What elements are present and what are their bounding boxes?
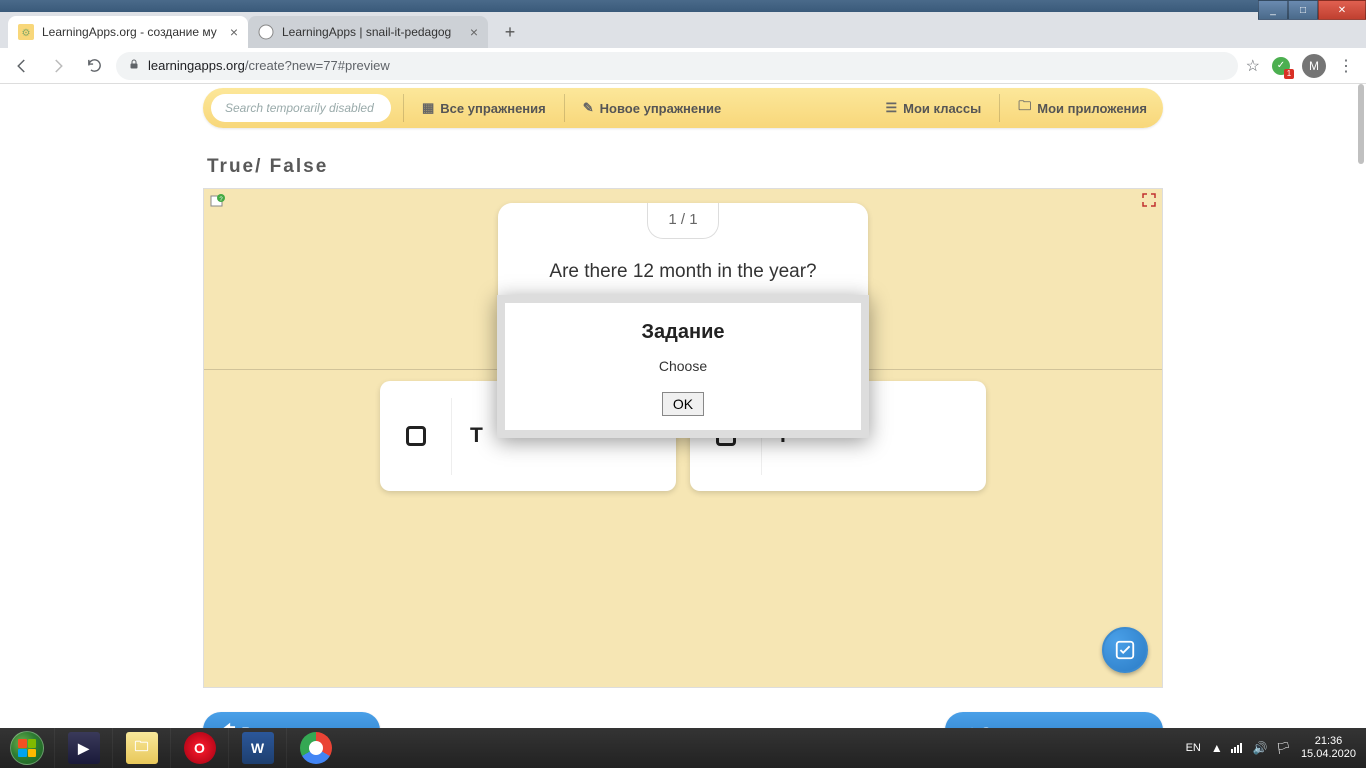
tray-clock[interactable]: 21:36 15.04.2020 — [1301, 735, 1356, 761]
favicon-icon: ⚙ — [18, 24, 34, 40]
reload-button[interactable] — [80, 52, 108, 80]
pencil-icon: ✎ — [583, 100, 594, 116]
nav-new-exercise[interactable]: ✎ Новое упражнение — [577, 100, 727, 116]
favicon-icon — [258, 24, 274, 40]
browser-address-bar: learningapps.org/create?new=77#preview ☆… — [0, 48, 1366, 84]
tab-title: LearningApps | snail-it-pedagog — [282, 25, 462, 39]
browser-tab-strip: ⚙ LearningApps.org - создание му × Learn… — [0, 12, 1366, 48]
page-title: True/ False — [207, 156, 1163, 178]
tab-close-icon[interactable]: × — [470, 24, 478, 40]
extension-icon[interactable]: ✓1 — [1272, 57, 1290, 75]
help-icon[interactable]: ? — [210, 193, 226, 209]
tray-volume-icon[interactable]: 🔊 — [1253, 741, 1268, 755]
tray-network-icon[interactable] — [1231, 741, 1245, 756]
url-text: learningapps.org/create?new=77#preview — [148, 58, 390, 73]
grid-icon: ▦ — [422, 100, 434, 116]
browser-tab-active[interactable]: ⚙ LearningApps.org - создание му × — [8, 16, 248, 48]
tray-language[interactable]: EN — [1186, 742, 1201, 754]
browser-tab-inactive[interactable]: LearningApps | snail-it-pedagog × — [248, 16, 488, 48]
window-titlebar: _ □ ✕ — [0, 0, 1366, 12]
taskbar-app-chrome[interactable] — [286, 728, 344, 768]
site-nav-bar: Search temporarily disabled ▦ Все упражн… — [203, 88, 1163, 128]
tab-close-icon[interactable]: × — [230, 24, 238, 40]
list-icon: ☰ — [886, 100, 898, 116]
extension-badge: 1 — [1284, 69, 1294, 79]
nav-separator — [999, 94, 1000, 122]
action-row: 🡄 Вновь настроить ✔ Сохранить приложения — [203, 712, 1163, 728]
nav-my-classes[interactable]: ☰ Мои классы — [880, 100, 988, 116]
folder-icon: 🗀 — [1018, 97, 1031, 119]
nav-label: Все упражнения — [440, 101, 545, 116]
tab-title: LearningApps.org - создание му — [42, 25, 222, 39]
svg-text:⚙: ⚙ — [22, 28, 31, 39]
save-app-button[interactable]: ✔ Сохранить приложения — [945, 712, 1163, 728]
taskbar-app-word[interactable]: W — [228, 728, 286, 768]
page-viewport: Search temporarily disabled ▦ Все упражн… — [0, 84, 1366, 728]
tray-date-text: 15.04.2020 — [1301, 748, 1356, 761]
forward-button[interactable] — [44, 52, 72, 80]
start-button[interactable] — [0, 728, 54, 768]
fullscreen-icon[interactable] — [1142, 193, 1156, 210]
new-tab-button[interactable]: + — [496, 18, 524, 46]
nav-all-exercises[interactable]: ▦ Все упражнения — [416, 100, 552, 116]
url-input[interactable]: learningapps.org/create?new=77#preview — [116, 52, 1238, 80]
bookmark-star-icon[interactable]: ☆ — [1246, 56, 1260, 76]
taskbar-app-opera[interactable]: O — [170, 728, 228, 768]
browser-menu-icon[interactable]: ⋮ — [1338, 56, 1354, 76]
modal-title: Задание — [505, 321, 861, 344]
windows-taskbar: ▶ 🗀 O W EN ▲ 🔊 🏳 21:36 15.04.2020 — [0, 728, 1366, 768]
lock-icon — [128, 58, 140, 73]
tray-time-text: 21:36 — [1301, 735, 1356, 748]
nav-separator — [564, 94, 565, 122]
window-close-button[interactable]: ✕ — [1318, 0, 1366, 20]
nav-label: Новое упражнение — [600, 101, 722, 116]
answer-checkbox-wrap — [380, 398, 452, 475]
nav-separator — [403, 94, 404, 122]
window-maximize-button[interactable]: □ — [1288, 0, 1318, 20]
back-button[interactable] — [8, 52, 36, 80]
task-modal: Задание Choose OK — [497, 295, 869, 438]
tray-up-icon[interactable]: ▲ — [1211, 741, 1223, 755]
modal-ok-button[interactable]: OK — [662, 392, 704, 416]
site-search-input[interactable]: Search temporarily disabled — [211, 94, 391, 122]
checkbox-icon[interactable] — [406, 426, 426, 446]
system-tray: EN ▲ 🔊 🏳 21:36 15.04.2020 — [1186, 735, 1366, 761]
nav-label: Мои приложения — [1037, 101, 1147, 116]
nav-my-apps[interactable]: 🗀 Мои приложения — [1012, 97, 1163, 119]
windows-logo-icon — [18, 739, 36, 757]
taskbar-app-explorer[interactable]: 🗀 — [112, 728, 170, 768]
modal-body: Choose — [505, 358, 861, 374]
tray-flag-icon[interactable]: 🏳 — [1276, 741, 1291, 755]
arrow-left-icon: 🡄 — [221, 720, 235, 728]
window-minimize-button[interactable]: _ — [1258, 0, 1288, 20]
profile-avatar[interactable]: M — [1302, 54, 1326, 78]
taskbar-app-mediaplayer[interactable]: ▶ — [54, 728, 112, 768]
question-text: Are there 12 month in the year? — [498, 261, 868, 283]
nav-label: Мои классы — [903, 101, 981, 116]
check-answer-button[interactable] — [1102, 627, 1148, 673]
exercise-frame: ? 1 / 1 Are there 12 month in the year? … — [203, 188, 1163, 688]
question-counter: 1 / 1 — [647, 203, 718, 239]
reconfigure-button[interactable]: 🡄 Вновь настроить — [203, 712, 380, 728]
scrollbar-thumb[interactable] — [1358, 84, 1364, 164]
